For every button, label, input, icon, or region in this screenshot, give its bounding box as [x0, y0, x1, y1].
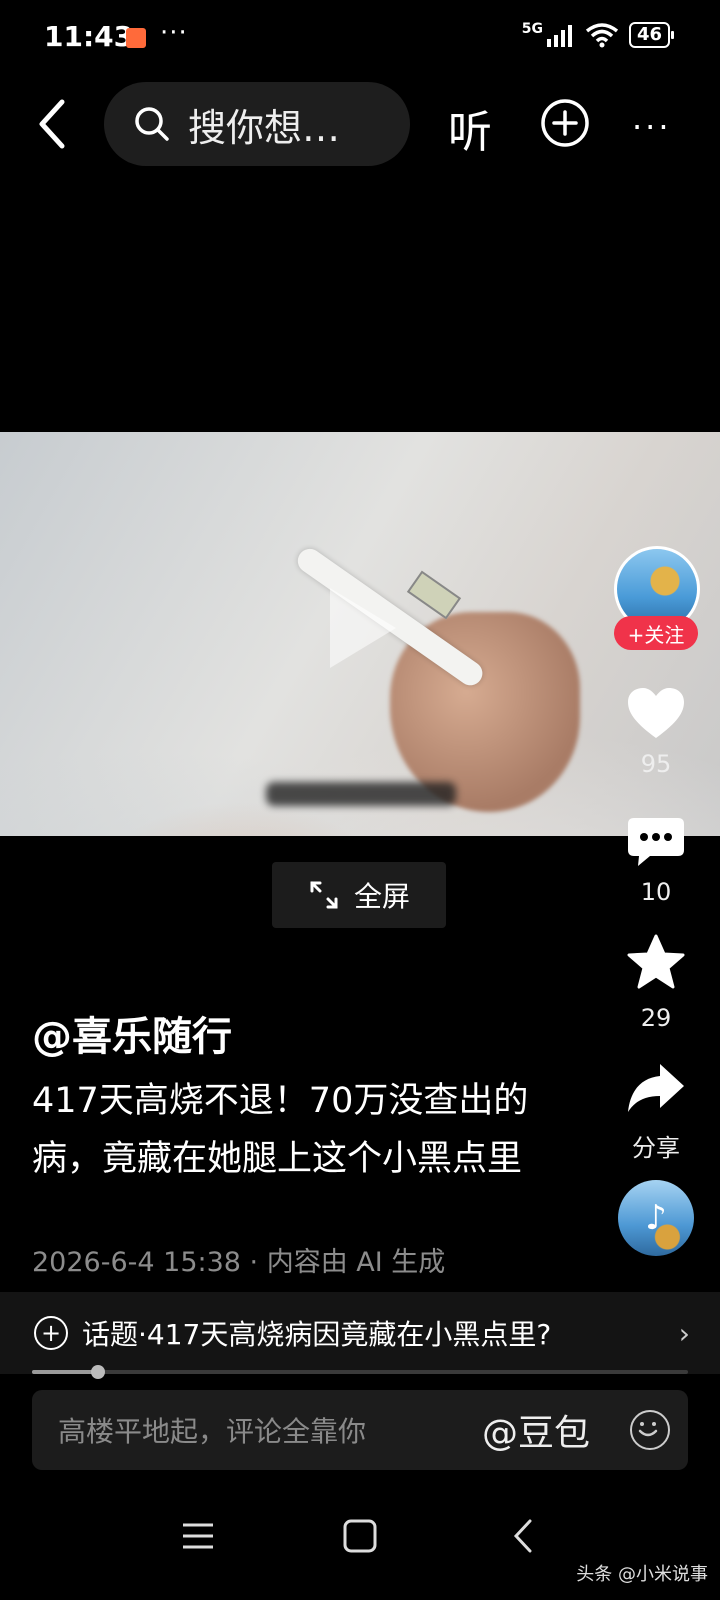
- comment-button[interactable]: [626, 814, 686, 870]
- favorite-count: 29: [640, 1004, 672, 1032]
- video-frame-thermometer-display: [406, 570, 462, 620]
- post-meta: 2026-6-4 15:38 · 内容由 AI 生成: [32, 1247, 446, 1278]
- comment-count: 10: [640, 878, 672, 906]
- star-icon: [627, 934, 685, 989]
- author-name[interactable]: @喜乐随行: [32, 1004, 232, 1062]
- add-button[interactable]: [540, 98, 590, 148]
- wifi-icon: [585, 23, 619, 48]
- progress-knob[interactable]: [90, 1365, 105, 1379]
- chevron-right-icon: ›: [678, 1316, 690, 1350]
- comment-input[interactable]: 高楼平地起，评论全靠你 @豆包: [32, 1390, 688, 1470]
- back-button[interactable]: [28, 96, 78, 152]
- network-label: 5G: [521, 21, 543, 37]
- watermark: 头条 @小米说事: [576, 1564, 708, 1585]
- music-note-icon: ♪: [645, 1198, 667, 1238]
- share-arrow-icon: [628, 1064, 684, 1112]
- share-button[interactable]: [626, 1060, 686, 1116]
- emoji-icon[interactable]: [630, 1410, 670, 1450]
- topic-bar[interactable]: + 话题·417天高烧病因竟藏在小黑点里? ›: [0, 1292, 720, 1374]
- signal-icon: [546, 25, 572, 47]
- video-caption-blurred: [266, 782, 456, 806]
- comment-placeholder: 高楼平地起，评论全靠你: [58, 1415, 367, 1448]
- video-progress-bar[interactable]: [32, 1365, 688, 1379]
- status-time: 11:43: [44, 20, 134, 53]
- search-bar[interactable]: 搜你想…: [104, 82, 410, 166]
- like-count: 95: [640, 750, 672, 778]
- plus-circle-icon: +: [34, 1316, 68, 1350]
- topic-text: 话题·417天高烧病因竟藏在小黑点里?: [82, 1318, 552, 1351]
- status-more-dots: ···: [160, 18, 188, 48]
- video-player[interactable]: [0, 432, 720, 836]
- mention-button[interactable]: @豆包: [482, 1404, 590, 1456]
- music-disc[interactable]: ♪: [618, 1180, 694, 1256]
- status-right-group: 5G 46: [521, 21, 675, 48]
- follow-button[interactable]: +关注: [614, 616, 698, 650]
- post-title: 417天高烧不退！70万没查出的病，竟藏在她腿上这个小黑点里: [32, 1081, 529, 1179]
- expand-icon: [310, 881, 338, 909]
- search-icon: [135, 107, 169, 141]
- comment-bubble-icon: [628, 818, 684, 866]
- battery-icon: 46: [628, 22, 675, 48]
- progress-fill: [32, 1370, 98, 1374]
- play-icon[interactable]: [330, 588, 396, 668]
- back-nav-icon[interactable]: [506, 1518, 542, 1554]
- search-placeholder: 搜你想…: [188, 105, 341, 150]
- plus-circle-icon: [541, 99, 589, 147]
- more-options-button[interactable]: ···: [632, 108, 672, 146]
- fullscreen-button[interactable]: 全屏: [272, 862, 446, 928]
- listen-button[interactable]: 听: [448, 96, 492, 160]
- notification-app-icon: [126, 28, 146, 48]
- favorite-button[interactable]: [626, 934, 686, 990]
- menu-nav-icon[interactable]: [180, 1518, 216, 1554]
- heart-icon: [628, 688, 684, 738]
- share-label: 分享: [632, 1134, 680, 1162]
- like-button[interactable]: [626, 686, 686, 742]
- fullscreen-label: 全屏: [353, 880, 410, 913]
- back-arrow-icon: [39, 99, 65, 149]
- home-nav-icon[interactable]: [342, 1518, 378, 1554]
